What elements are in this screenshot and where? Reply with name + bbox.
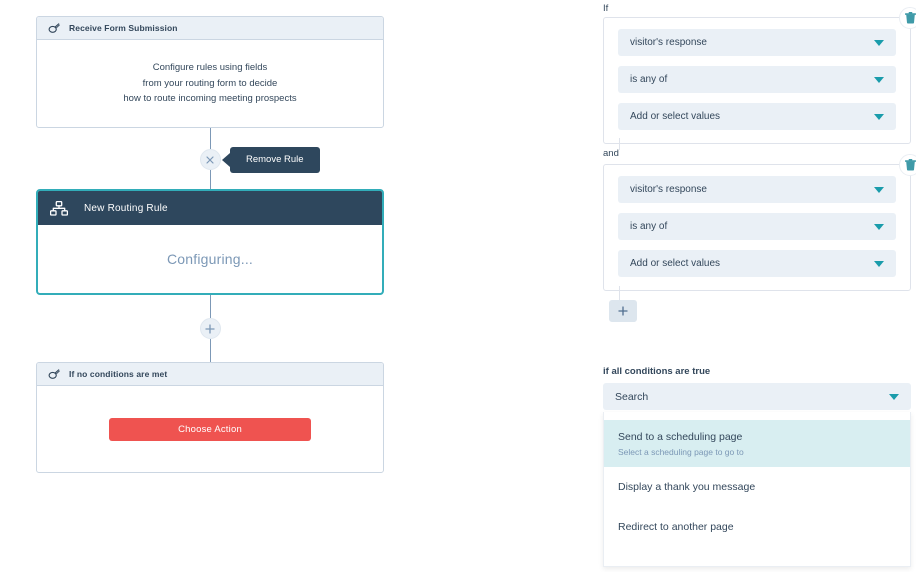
trigger-card-title: Receive Form Submission bbox=[69, 23, 178, 33]
dropdown-option-send-to-scheduling-page[interactable]: Send to a scheduling page Select a sched… bbox=[604, 420, 910, 468]
chevron-down-icon bbox=[889, 393, 899, 400]
chevron-down-icon bbox=[874, 260, 884, 267]
if-label: If bbox=[603, 3, 609, 14]
condition-2-values-value: Add or select values bbox=[630, 258, 721, 269]
form-submission-icon bbox=[48, 22, 60, 33]
dropdown-option-display-thank-you-message[interactable]: Display a thank you message bbox=[604, 467, 910, 507]
condition-group-1: visitor's response is any of Add or sele… bbox=[603, 7, 916, 144]
dropdown-option-title: Send to a scheduling page bbox=[618, 431, 743, 443]
trigger-card-description: Configure rules using fields from your r… bbox=[123, 60, 296, 107]
condition-2-values-select[interactable]: Add or select values bbox=[618, 250, 896, 277]
tooltip-arrow-icon bbox=[222, 152, 230, 167]
fallback-card: If no conditions are met Choose Action bbox=[36, 362, 384, 474]
action-search-input[interactable]: Search bbox=[603, 383, 911, 410]
plus-icon bbox=[205, 323, 215, 334]
fallback-card-title: If no conditions are met bbox=[69, 369, 168, 380]
trigger-card-body: Configure rules using fields from your r… bbox=[37, 40, 383, 127]
connector-line bbox=[209, 339, 211, 363]
remove-rule-button[interactable] bbox=[199, 149, 221, 171]
chevron-down-icon bbox=[874, 76, 884, 83]
routing-rule-title: New Routing Rule bbox=[84, 202, 168, 214]
dropdown-option-subtitle: Select a scheduling page to go to bbox=[618, 447, 744, 458]
condition-1-operator-select[interactable]: is any of bbox=[618, 66, 896, 93]
dropdown-option-title: Display a thank you message bbox=[618, 481, 756, 494]
routing-rule-editor: Receive Form Submission Configure rules … bbox=[0, 0, 916, 572]
plus-icon bbox=[618, 306, 628, 316]
chevron-down-icon bbox=[874, 223, 884, 230]
and-label: and bbox=[603, 148, 619, 159]
add-condition-button[interactable] bbox=[609, 300, 637, 322]
dropdown-option-title: Redirect to another page bbox=[618, 521, 734, 534]
close-x-icon bbox=[206, 155, 214, 164]
fallback-card-header: If no conditions are met bbox=[37, 363, 383, 387]
condition-2-field-value: visitor's response bbox=[630, 184, 707, 195]
choose-action-button[interactable]: Choose Action bbox=[109, 417, 311, 441]
condition-1-values-select[interactable]: Add or select values bbox=[618, 103, 896, 130]
trigger-desc-line-2: from your routing form to decide bbox=[142, 77, 278, 89]
group-connector-line bbox=[619, 138, 620, 150]
add-condition-connector-line bbox=[619, 286, 620, 300]
condition-1-values-value: Add or select values bbox=[630, 111, 721, 122]
connector-rail-top: Remove Rule bbox=[36, 128, 384, 190]
connector-rail-bottom bbox=[36, 295, 384, 363]
connector-line bbox=[209, 295, 211, 319]
outcome-label: if all conditions are true bbox=[603, 366, 711, 377]
routing-rule-header: New Routing Rule bbox=[38, 191, 382, 226]
delete-condition-group-2-button[interactable] bbox=[899, 154, 916, 176]
condition-builder-panel: If visitor's response is any of Add or s… bbox=[601, 0, 916, 572]
connector-line bbox=[209, 170, 211, 190]
dropdown-option-redirect-to-another-page[interactable]: Redirect to another page bbox=[604, 507, 910, 547]
condition-1-field-value: visitor's response bbox=[630, 37, 707, 48]
remove-rule-tooltip-label: Remove Rule bbox=[230, 146, 320, 173]
trash-icon bbox=[904, 159, 916, 171]
action-search-value: Search bbox=[615, 390, 649, 403]
condition-group-2: visitor's response is any of Add or sele… bbox=[603, 154, 916, 291]
chevron-down-icon bbox=[874, 39, 884, 46]
condition-2-operator-select[interactable]: is any of bbox=[618, 213, 896, 240]
condition-2-operator-value: is any of bbox=[630, 221, 668, 232]
chevron-down-icon bbox=[874, 186, 884, 193]
action-dropdown-list: Send to a scheduling page Select a sched… bbox=[603, 412, 911, 567]
trash-icon bbox=[904, 12, 916, 24]
trigger-card-header: Receive Form Submission bbox=[37, 17, 383, 40]
routing-rule-card[interactable]: New Routing Rule Configuring... bbox=[36, 189, 384, 296]
delete-condition-group-1-button[interactable] bbox=[899, 7, 916, 29]
condition-1-operator-value: is any of bbox=[630, 74, 668, 85]
workflow-flow-column: Receive Form Submission Configure rules … bbox=[36, 16, 384, 474]
form-submission-icon bbox=[48, 368, 60, 379]
add-step-button[interactable] bbox=[199, 318, 221, 340]
fallback-card-body: Choose Action bbox=[37, 386, 383, 472]
trigger-desc-line-3: how to route incoming meeting prospects bbox=[123, 93, 297, 105]
routing-rule-status: Configuring... bbox=[166, 251, 254, 268]
routing-rule-body: Configuring... bbox=[38, 225, 382, 293]
condition-1-field-select[interactable]: visitor's response bbox=[618, 29, 896, 56]
chevron-down-icon bbox=[874, 113, 884, 120]
trigger-desc-line-1: Configure rules using fields bbox=[152, 62, 268, 73]
condition-2-field-select[interactable]: visitor's response bbox=[618, 176, 896, 203]
connector-line bbox=[209, 128, 211, 150]
trigger-card: Receive Form Submission Configure rules … bbox=[36, 16, 384, 129]
remove-rule-tooltip: Remove Rule bbox=[222, 146, 320, 173]
sitemap-icon bbox=[50, 200, 68, 216]
